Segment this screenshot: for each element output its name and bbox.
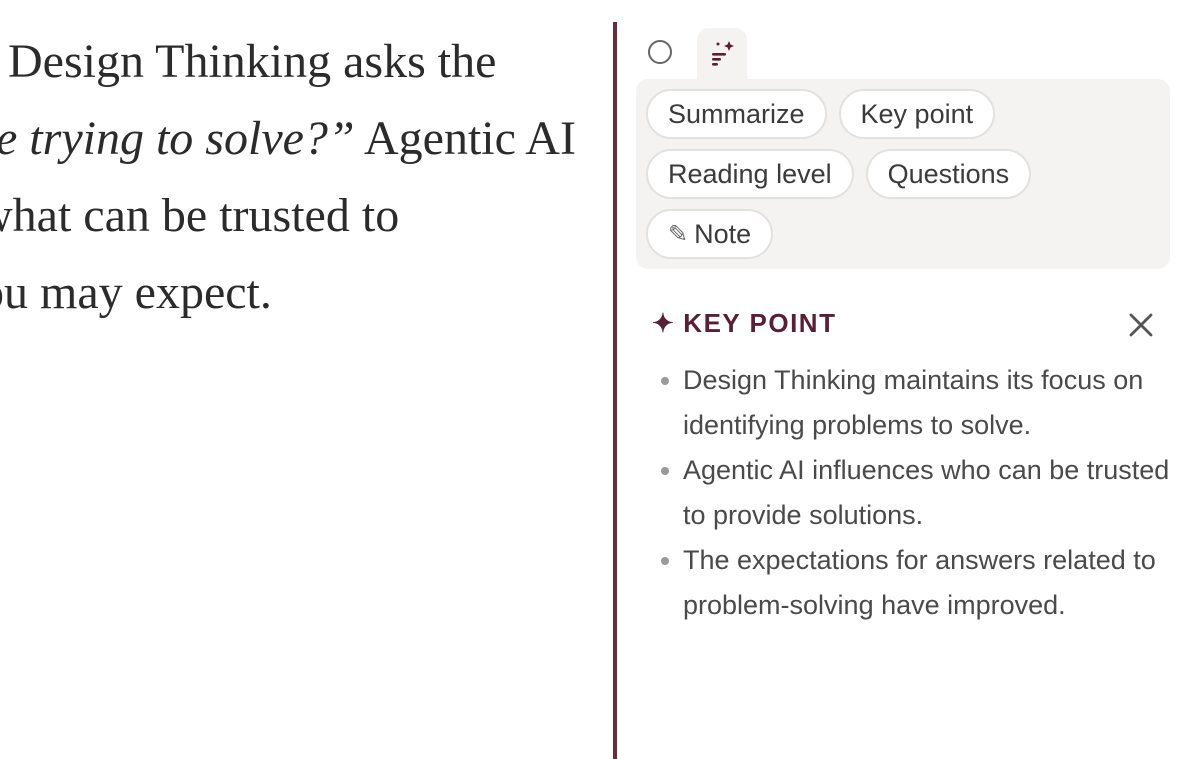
- summarize-button[interactable]: Summarize: [646, 89, 827, 139]
- reading-divider: [613, 22, 617, 759]
- reading-line-1: Design Thinking asks the: [8, 35, 497, 88]
- reading-level-button[interactable]: Reading level: [646, 149, 854, 199]
- key-point-result: ✦ KEY POINT Design Thinking maintains it…: [652, 308, 1172, 628]
- circle-icon[interactable]: [648, 40, 672, 64]
- reading-line-2: e trying to solve?” Agentic AI: [0, 111, 576, 166]
- note-button[interactable]: ✎ Note: [646, 209, 774, 259]
- result-title: ✦ KEY POINT: [652, 308, 837, 338]
- list-item: Agentic AI influences who can be trusted…: [652, 448, 1172, 538]
- assistant-panel: Summarize Key point Reading level Questi…: [636, 0, 1176, 759]
- reading-line-4: ou may expect.: [0, 266, 272, 319]
- reading-line-2-italic: e trying to solve?”: [0, 112, 355, 165]
- list-item: The expectations for answers related to …: [652, 538, 1172, 628]
- close-icon[interactable]: [1124, 308, 1158, 342]
- questions-button[interactable]: Questions: [865, 149, 1032, 199]
- sparkle-icon: ✦: [652, 308, 676, 338]
- reading-pane: Design Thinking asks the e trying to sol…: [0, 0, 612, 759]
- key-point-list: Design Thinking maintains its focus on i…: [652, 358, 1172, 628]
- sparkle-lines-icon: [712, 41, 734, 66]
- list-item: Design Thinking maintains its focus on i…: [652, 358, 1172, 448]
- sparkle-lines-tab[interactable]: [697, 28, 747, 80]
- reading-line-2-rest: Agentic AI: [354, 112, 576, 165]
- quick-actions: Summarize Key point Reading level Questi…: [636, 79, 1170, 269]
- panel-topbar: [636, 28, 1176, 80]
- pencil-icon: ✎: [668, 220, 689, 248]
- key-point-button[interactable]: Key point: [838, 89, 996, 139]
- reading-line-3: what can be trusted to: [0, 189, 400, 242]
